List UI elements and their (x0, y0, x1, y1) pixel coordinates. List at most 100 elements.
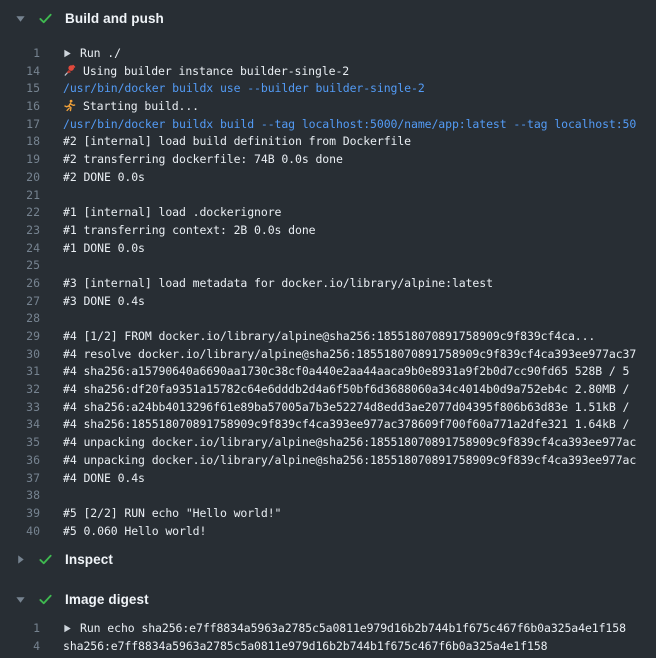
line-number[interactable]: 1 (0, 620, 40, 638)
line-number[interactable]: 37 (0, 470, 40, 488)
log-text: #1 [internal] load .dockerignore (63, 205, 281, 219)
log-text: #4 [1/2] FROM docker.io/library/alpine@s… (63, 329, 595, 343)
line-content: #1 DONE 0.0s (63, 240, 145, 258)
log-line: 4 sha256:e7ff8834a5963a2785c5a0811e979d1… (0, 638, 656, 656)
line-number[interactable]: 14 (0, 63, 40, 81)
line-content: #4 resolve docker.io/library/alpine@sha2… (63, 346, 636, 364)
line-number[interactable]: 33 (0, 399, 40, 417)
line-number[interactable]: 20 (0, 169, 40, 187)
line-number[interactable]: 17 (0, 116, 40, 134)
group-lines: 1 Run echo sha256:e7ff8834a5963a2785c5a0… (0, 620, 656, 655)
run-chevron-icon[interactable] (63, 624, 72, 633)
line-number[interactable]: 31 (0, 363, 40, 381)
log-text: /usr/bin/docker buildx use --builder bui… (63, 81, 425, 95)
log-line: 19 #2 transferring dockerfile: 74B 0.0s … (0, 151, 656, 169)
log-line: 24 #1 DONE 0.0s (0, 240, 656, 258)
line-content: #5 0.060 Hello world! (63, 523, 206, 541)
log-line: 17 /usr/bin/docker buildx build --tag lo… (0, 116, 656, 134)
line-number[interactable]: 23 (0, 222, 40, 240)
log-line: 28 (0, 310, 656, 328)
line-number[interactable]: 21 (0, 187, 40, 205)
line-content: /usr/bin/docker buildx use --builder bui… (63, 80, 425, 98)
log-text: #4 unpacking docker.io/library/alpine@sh… (63, 453, 636, 467)
line-number[interactable]: 15 (0, 80, 40, 98)
log-line: 22 #1 [internal] load .dockerignore (0, 204, 656, 222)
log-line: 38 (0, 487, 656, 505)
log-line: 21 (0, 187, 656, 205)
pushpin-icon (63, 64, 76, 77)
line-content: #5 [2/2] RUN echo "Hello world!" (63, 505, 281, 523)
line-content: sha256:e7ff8834a5963a2785c5a0811e979d16b… (63, 638, 547, 656)
log-text: #4 sha256:a24bb4013296f61e89ba57005a7b3e… (63, 400, 629, 414)
log-text: #5 0.060 Hello world! (63, 524, 206, 538)
chevron-right-icon (15, 554, 26, 565)
line-number[interactable]: 25 (0, 257, 40, 275)
line-number[interactable]: 27 (0, 293, 40, 311)
line-number[interactable]: 34 (0, 416, 40, 434)
line-number[interactable]: 19 (0, 151, 40, 169)
log-group: Inspect (0, 548, 656, 570)
log-line: 36 #4 unpacking docker.io/library/alpine… (0, 452, 656, 470)
log-text: #5 [2/2] RUN echo "Hello world!" (63, 506, 281, 520)
line-number[interactable]: 1 (0, 45, 40, 63)
log-line: 35 #4 unpacking docker.io/library/alpine… (0, 434, 656, 452)
line-number[interactable]: 39 (0, 505, 40, 523)
log-group-header[interactable]: Image digest (0, 588, 656, 610)
line-content: Using builder instance builder-single-2 (63, 63, 349, 81)
line-content: #1 transferring context: 2B 0.0s done (63, 222, 315, 240)
line-content: Run ./ (63, 45, 121, 63)
log-text: #2 transferring dockerfile: 74B 0.0s don… (63, 152, 343, 166)
line-content: #3 DONE 0.4s (63, 293, 145, 311)
line-number[interactable]: 24 (0, 240, 40, 258)
log-line: 1 Run ./ (0, 45, 656, 63)
log-text: #3 [internal] load metadata for docker.i… (63, 276, 493, 290)
log-group-header[interactable]: Build and push (0, 7, 656, 29)
line-number[interactable]: 4 (0, 638, 40, 656)
line-content: #4 unpacking docker.io/library/alpine@sh… (63, 452, 636, 470)
log-viewer: Build and push 1 Run ./ 14 Using builder… (0, 7, 656, 656)
line-number[interactable]: 22 (0, 204, 40, 222)
line-content: /usr/bin/docker buildx build --tag local… (63, 116, 636, 134)
line-content: #4 sha256:a24bb4013296f61e89ba57005a7b3e… (63, 399, 629, 417)
log-text: Run ./ (80, 46, 121, 60)
log-text: Run echo sha256:e7ff8834a5963a2785c5a081… (80, 621, 626, 635)
log-line: 14 Using builder instance builder-single… (0, 63, 656, 81)
log-line: 26 #3 [internal] load metadata for docke… (0, 275, 656, 293)
log-line: 23 #1 transferring context: 2B 0.0s done (0, 222, 656, 240)
log-text: #1 transferring context: 2B 0.0s done (63, 223, 315, 237)
line-number[interactable]: 30 (0, 346, 40, 364)
line-content: #2 DONE 0.0s (63, 169, 145, 187)
group-title: Build and push (65, 11, 164, 26)
run-chevron-icon[interactable] (63, 49, 72, 58)
line-number[interactable]: 40 (0, 523, 40, 541)
line-number[interactable]: 38 (0, 487, 40, 505)
line-number[interactable]: 28 (0, 310, 40, 328)
line-content: #4 sha256:185518070891758909c9f839cf4ca3… (63, 416, 629, 434)
log-line: 29 #4 [1/2] FROM docker.io/library/alpin… (0, 328, 656, 346)
check-icon (38, 592, 53, 607)
log-text: sha256:e7ff8834a5963a2785c5a0811e979d16b… (63, 639, 547, 653)
line-number[interactable]: 16 (0, 98, 40, 116)
log-text: #1 DONE 0.0s (63, 241, 145, 255)
line-content: #2 [internal] load build definition from… (63, 133, 411, 151)
log-group: Build and push 1 Run ./ 14 Using builder… (0, 7, 656, 540)
line-number[interactable]: 36 (0, 452, 40, 470)
log-line: 1 Run echo sha256:e7ff8834a5963a2785c5a0… (0, 620, 656, 638)
log-line: 27 #3 DONE 0.4s (0, 293, 656, 311)
line-number[interactable]: 26 (0, 275, 40, 293)
line-content: #4 [1/2] FROM docker.io/library/alpine@s… (63, 328, 595, 346)
line-number[interactable]: 35 (0, 434, 40, 452)
log-line: 25 (0, 257, 656, 275)
log-line: 30 #4 resolve docker.io/library/alpine@s… (0, 346, 656, 364)
line-number[interactable]: 32 (0, 381, 40, 399)
log-line: 20 #2 DONE 0.0s (0, 169, 656, 187)
line-content: #4 sha256:a15790640a6690aa1730c38cf0a440… (63, 363, 629, 381)
runner-icon (63, 99, 76, 112)
line-content: #1 [internal] load .dockerignore (63, 204, 281, 222)
line-number[interactable]: 29 (0, 328, 40, 346)
log-group-header[interactable]: Inspect (0, 548, 656, 570)
log-text: #3 DONE 0.4s (63, 294, 145, 308)
log-line: 34 #4 sha256:185518070891758909c9f839cf4… (0, 416, 656, 434)
group-lines: 1 Run ./ 14 Using builder instance build… (0, 45, 656, 540)
line-number[interactable]: 18 (0, 133, 40, 151)
